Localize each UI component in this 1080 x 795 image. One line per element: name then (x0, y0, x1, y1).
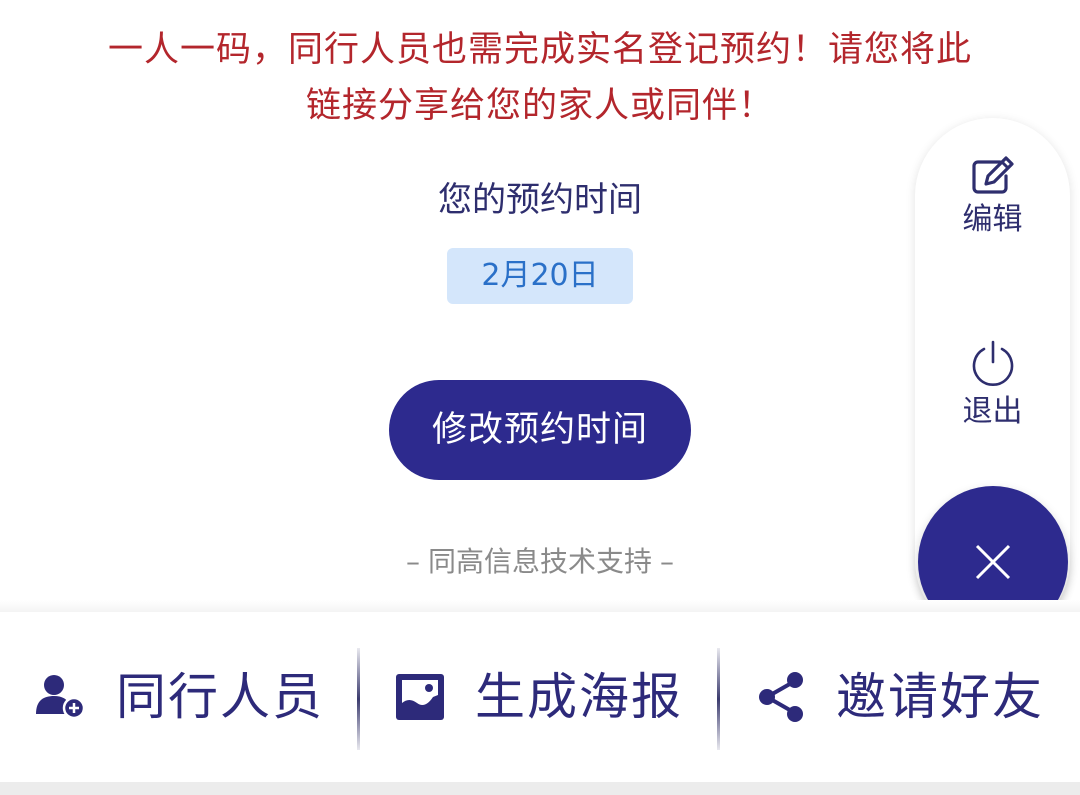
notice-line-1: 一人一码，同行人员也需完成实名登记预约！请您将此 (107, 30, 972, 70)
support-dash-right: – (660, 545, 674, 578)
companions-tab[interactable]: 同行人员 (0, 642, 358, 752)
exit-button[interactable]: 退出 (915, 340, 1070, 432)
notice-line-2: 链接分享给您的家人或同伴！ (305, 86, 774, 126)
edit-icon (971, 156, 1014, 194)
image-icon (396, 674, 444, 720)
generate-poster-tab[interactable]: 生成海报 (360, 642, 718, 752)
modify-reservation-button[interactable]: 修改预约时间 (389, 380, 691, 480)
bottom-action-bar: 同行人员 生成海报 邀请好友 (0, 612, 1080, 782)
add-person-icon (36, 675, 86, 720)
exit-label: 退出 (962, 394, 1023, 429)
page: 一人一码，同行人员也需完成实名登记预约！请您将此 链接分享给您的家人或同伴！ 您… (0, 0, 1080, 795)
companions-label: 同行人员 (116, 668, 324, 726)
notice-text: 一人一码，同行人员也需完成实名登记预约！请您将此 链接分享给您的家人或同伴！ (40, 22, 1040, 134)
share-icon (759, 672, 803, 722)
bottom-edge (0, 782, 1080, 795)
invite-label: 邀请好友 (836, 668, 1044, 726)
invite-friends-tab[interactable]: 邀请好友 (720, 642, 1080, 752)
power-icon (972, 340, 1013, 387)
edit-label: 编辑 (962, 202, 1023, 237)
support-text: 同高信息技术支持 (427, 545, 652, 578)
poster-label: 生成海报 (475, 668, 683, 726)
close-icon (975, 544, 1011, 580)
reservation-date-badge: 2月20日 (447, 248, 633, 304)
support-dash-left: – (405, 545, 420, 578)
edit-button[interactable]: 编辑 (915, 156, 1070, 240)
